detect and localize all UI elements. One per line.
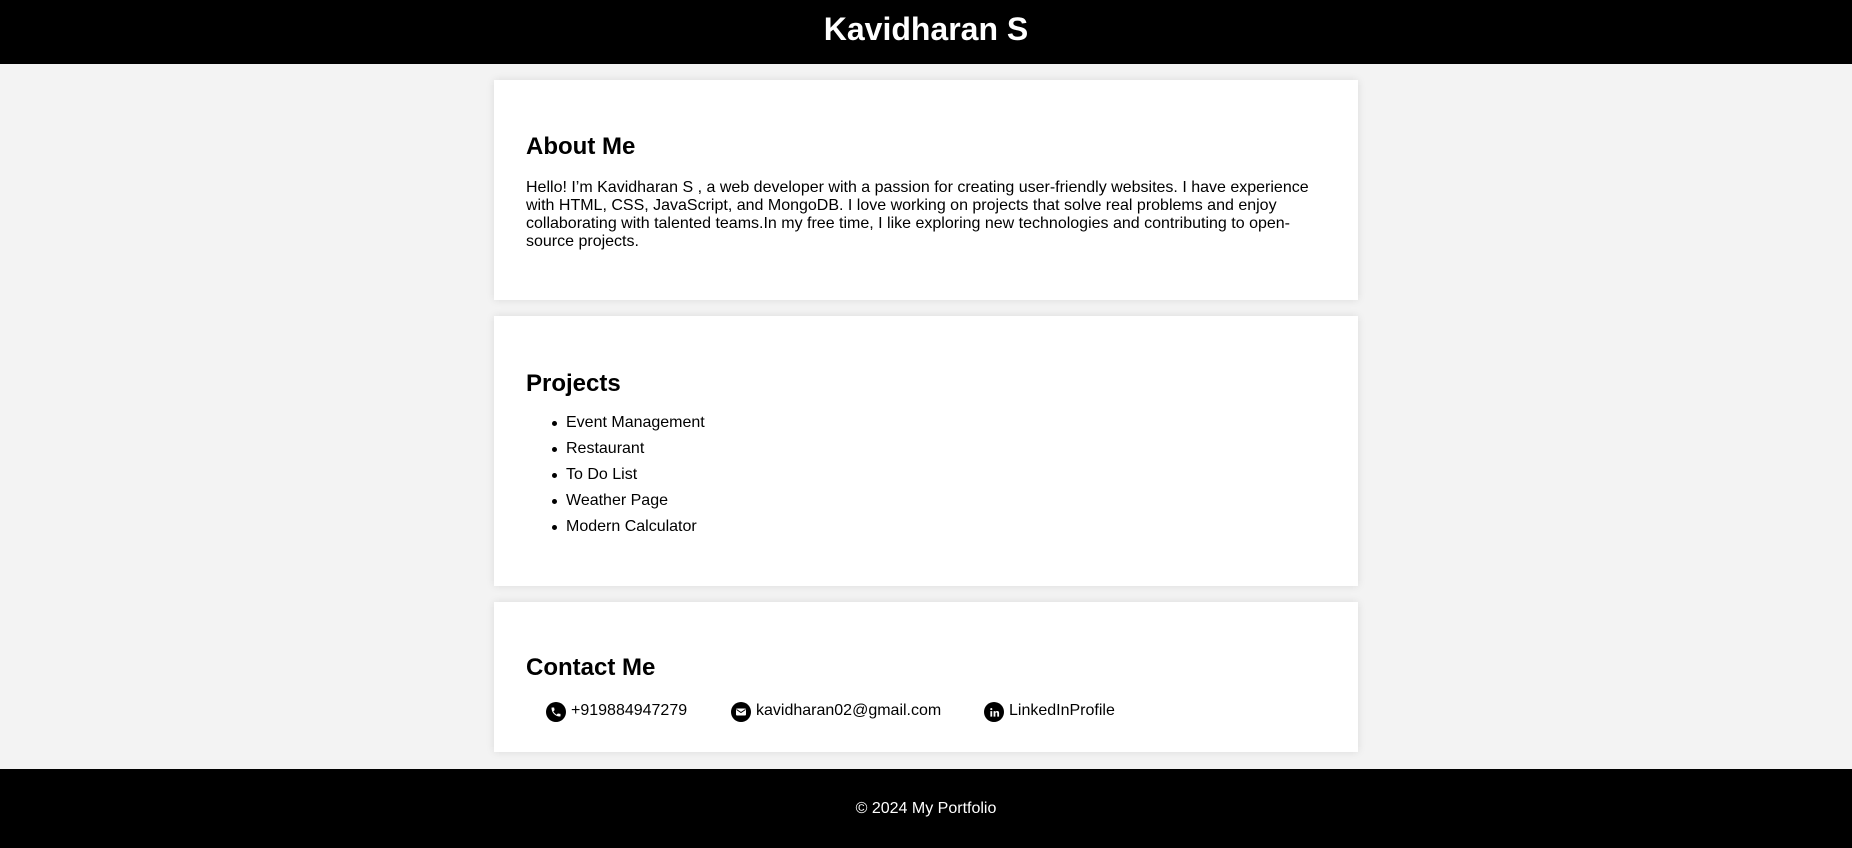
project-item: Weather Page bbox=[552, 492, 705, 518]
contact-linkedin[interactable]: LinkedInProfile bbox=[984, 700, 1115, 722]
contact-email[interactable]: kavidharan02@gmail.com bbox=[731, 700, 941, 722]
project-item: To Do List bbox=[552, 466, 705, 492]
projects-list: Event Management Restaurant To Do List W… bbox=[552, 414, 705, 544]
contact-phone[interactable]: +919884947279 bbox=[546, 700, 687, 722]
about-section: About Me Hello! I’m Kavidharan S , a web… bbox=[494, 80, 1358, 300]
contact-heading: Contact Me bbox=[526, 654, 656, 681]
footer-text: © 2024 My Portfolio bbox=[855, 799, 997, 817]
project-item: Event Management bbox=[552, 414, 705, 440]
contact-section: Contact Me +919884947279 kavidharan02@gm… bbox=[494, 602, 1358, 752]
project-item: Restaurant bbox=[552, 440, 705, 466]
site-footer: © 2024 My Portfolio bbox=[0, 769, 1852, 848]
about-text: Hello! I’m Kavidharan S , a web develope… bbox=[526, 179, 1309, 250]
site-header: Kavidharan S bbox=[0, 0, 1852, 64]
email-address: kavidharan02@gmail.com bbox=[756, 702, 942, 719]
linkedin-icon bbox=[984, 702, 1004, 722]
projects-heading: Projects bbox=[526, 370, 621, 397]
projects-section: Projects Event Management Restaurant To … bbox=[494, 316, 1358, 586]
about-heading: About Me bbox=[526, 133, 636, 160]
phone-number: +919884947279 bbox=[571, 702, 688, 719]
linkedin-link[interactable]: LinkedInProfile bbox=[1009, 702, 1115, 720]
phone-icon bbox=[546, 702, 566, 722]
project-item: Modern Calculator bbox=[552, 518, 705, 544]
site-title: Kavidharan S bbox=[823, 11, 1029, 47]
email-icon bbox=[731, 702, 751, 722]
